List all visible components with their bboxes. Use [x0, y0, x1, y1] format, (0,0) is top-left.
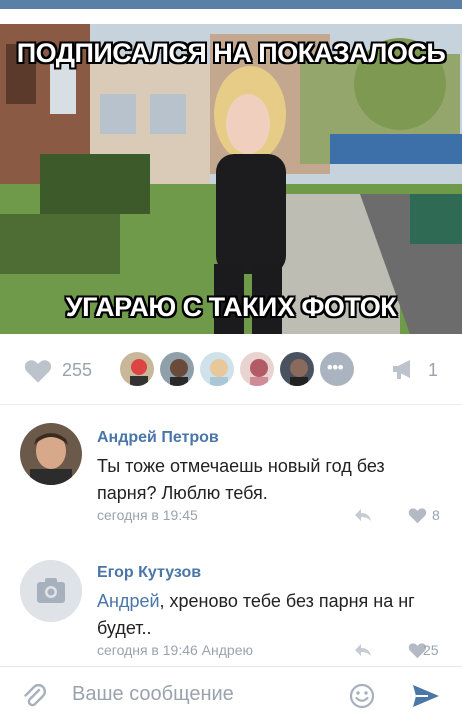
- heart-icon[interactable]: [24, 358, 52, 384]
- top-bar: [0, 0, 462, 9]
- post-photo[interactable]: ПОДПИСАЛСЯ НА ПОКАЗАЛОСЬ УГАРАЮ С ТАКИХ …: [0, 24, 462, 334]
- avatar[interactable]: [20, 423, 82, 485]
- more-likers-button[interactable]: [318, 350, 356, 388]
- photo-scene: [0, 24, 462, 334]
- comment-text: Андрей, хреново тебе без парня на нг буд…: [97, 588, 447, 642]
- meme-caption-top: ПОДПИСАЛСЯ НА ПОКАЗАЛОСЬ: [16, 38, 446, 68]
- liker-avatar[interactable]: [238, 350, 276, 388]
- comment: Андрей Петров Ты тоже отмечаешь новый го…: [0, 405, 462, 545]
- comment-like-count[interactable]: 8: [432, 507, 440, 523]
- reply-icon[interactable]: [354, 643, 372, 657]
- meme-caption-bottom: УГАРАЮ С ТАКИХ ФОТОК: [65, 292, 397, 322]
- paperclip-icon[interactable]: [22, 683, 46, 709]
- comment-time: сегодня в 19:45: [97, 507, 198, 523]
- comment-author[interactable]: Егор Кутузов: [97, 564, 201, 582]
- liker-avatar[interactable]: [278, 350, 316, 388]
- liker-avatar[interactable]: [118, 350, 156, 388]
- comment: Егор Кутузов Андрей, хреново тебе без па…: [0, 548, 462, 668]
- emoji-icon[interactable]: [349, 683, 375, 709]
- liker-avatar[interactable]: [158, 350, 196, 388]
- post-actions: 255 1: [0, 334, 462, 404]
- heart-icon[interactable]: [408, 507, 427, 524]
- comment-like-count[interactable]: 25: [423, 642, 439, 658]
- megaphone-icon[interactable]: [391, 358, 415, 380]
- avatar-placeholder[interactable]: [20, 560, 82, 622]
- reply-icon[interactable]: [354, 508, 372, 522]
- comment-author[interactable]: Андрей Петров: [97, 429, 219, 447]
- mention-link[interactable]: Андрей: [97, 591, 160, 611]
- message-composer: [0, 666, 462, 720]
- message-input[interactable]: [62, 675, 332, 713]
- share-count[interactable]: 1: [428, 358, 438, 382]
- comment-text: Ты тоже отмечаешь новый год без парня? Л…: [97, 456, 385, 503]
- like-count[interactable]: 255: [62, 358, 92, 382]
- send-icon[interactable]: [412, 684, 440, 708]
- comment-time: сегодня в 19:46 Андрею: [97, 642, 253, 658]
- liker-avatar[interactable]: [198, 350, 236, 388]
